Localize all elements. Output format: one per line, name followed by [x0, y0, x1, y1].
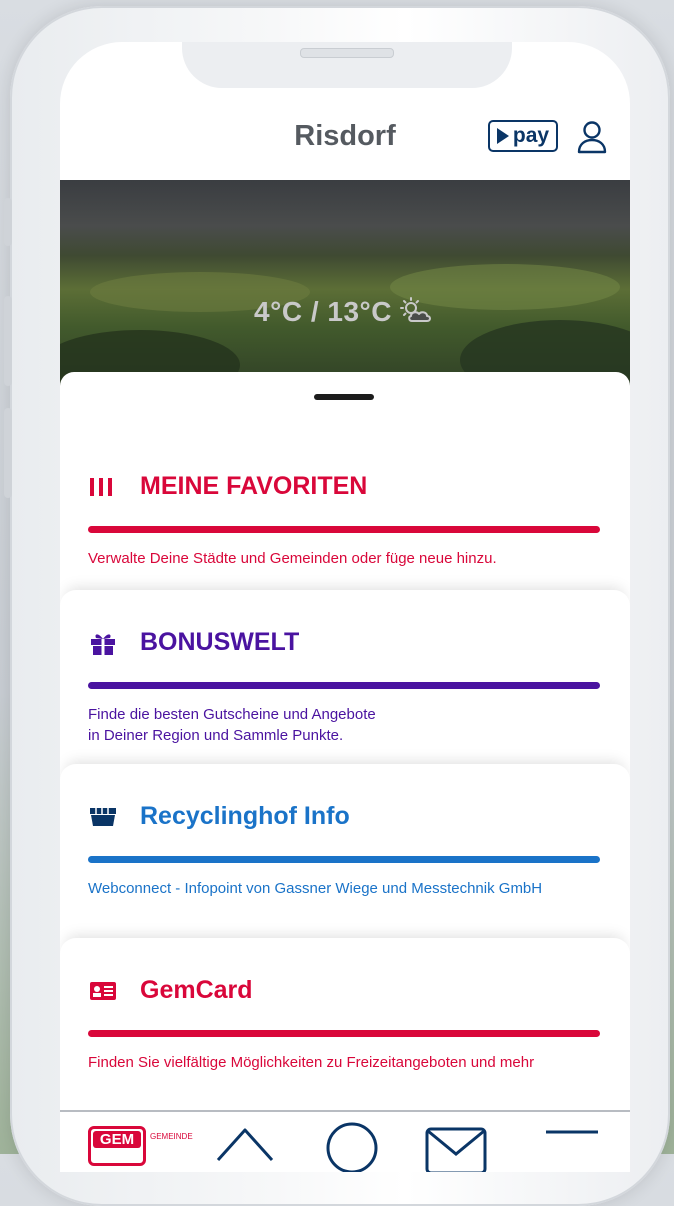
card-title: Recyclinghof Info [140, 802, 350, 830]
pay-button[interactable]: pay [488, 120, 558, 152]
phone-screen: Risdorf pay 4°C / 13°C MEINE FAVORITEN V… [60, 42, 630, 1172]
card-divider [88, 526, 600, 533]
gift-icon [91, 633, 115, 655]
search-icon[interactable] [322, 1118, 382, 1172]
temperature-readout: 4°C / 13°C [60, 296, 630, 328]
card-bonuswelt[interactable]: BONUSWELT Finde die besten Gutscheine un… [60, 590, 630, 768]
favorites-bars-icon [90, 477, 112, 496]
user-icon[interactable] [576, 120, 608, 154]
card-divider [88, 856, 600, 863]
menu-icon[interactable] [544, 1130, 600, 1170]
hero-weather-image: 4°C / 13°C [60, 180, 630, 400]
gem-logo-text: GEM [93, 1131, 141, 1148]
card-description: Finden Sie vielfältige Möglichkeiten zu … [88, 1054, 535, 1071]
card-description: Finde die besten Gutscheine und Angebote… [88, 706, 376, 744]
card-divider [88, 682, 600, 689]
phone-side-button [4, 198, 12, 246]
card-recyclinghof[interactable]: Recyclinghof Info Webconnect - Infopoint… [60, 764, 630, 942]
sheet-drag-handle[interactable] [314, 394, 374, 400]
bottom-nav: GEM GEMEINDE [60, 1110, 630, 1172]
app-header: Risdorf pay [60, 102, 630, 178]
temperature-value: 4°C / 13°C [254, 296, 392, 327]
partly-cloudy-icon [399, 297, 431, 322]
notch [182, 42, 512, 88]
speaker-grille [300, 48, 394, 58]
bottom-sheet: MEINE FAVORITEN Verwalte Deine Städte un… [60, 372, 630, 1172]
card-gemcard[interactable]: GemCard Finden Sie vielfältige Möglichke… [60, 938, 630, 1116]
card-title: BONUSWELT [140, 628, 300, 656]
card-title: MEINE FAVORITEN [140, 472, 368, 500]
gem-logo-subtext: GEMEINDE [150, 1132, 193, 1141]
phone-side-button [4, 296, 12, 386]
card-favoriten[interactable]: MEINE FAVORITEN Verwalte Deine Städte un… [60, 434, 630, 612]
card-description: Webconnect - Infopoint von Gassner Wiege… [88, 880, 543, 897]
mail-icon[interactable] [424, 1126, 488, 1172]
phone-side-button [4, 408, 12, 498]
play-icon [496, 128, 509, 144]
pay-label: pay [512, 124, 550, 147]
card-divider [88, 1030, 600, 1037]
card-description: Verwalte Deine Städte und Gemeinden oder… [88, 550, 497, 567]
card-title: GemCard [140, 976, 253, 1004]
home-icon[interactable] [212, 1120, 278, 1172]
gem-logo[interactable]: GEM [88, 1126, 146, 1166]
id-card-icon [90, 981, 116, 1000]
dumpster-icon [90, 807, 116, 826]
